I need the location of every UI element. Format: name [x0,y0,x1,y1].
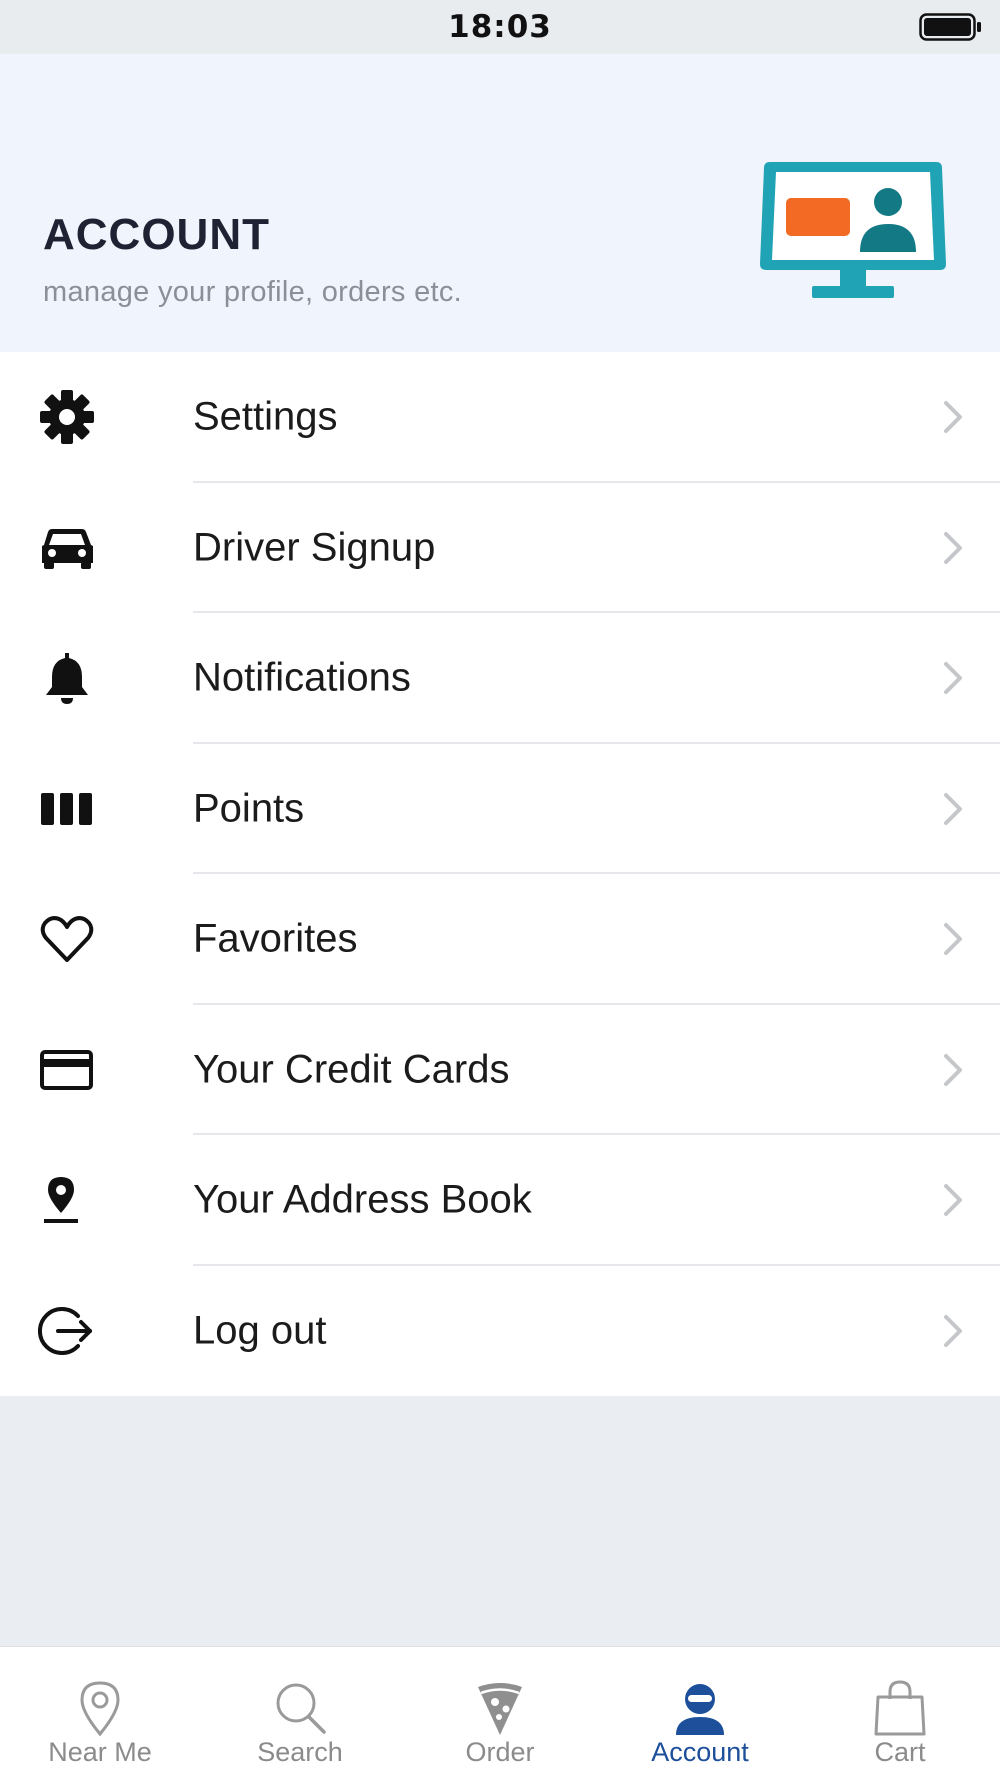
car-icon [38,519,96,577]
gear-icon [38,388,96,446]
tab-search[interactable]: Search [200,1647,400,1778]
menu-item-label: Your Address Book [193,1177,532,1222]
search-icon [276,1683,326,1734]
battery-icon [919,13,981,41]
bell-icon [38,649,96,707]
chevron-right-icon [944,401,962,434]
menu-item-label: Driver Signup [193,525,436,570]
chevron-right-icon [944,531,962,564]
status-bar: 18:03 [0,0,1000,54]
page-subtitle: manage your profile, orders etc. [43,276,463,308]
tab-account[interactable]: Account [600,1647,800,1778]
tab-label: Search [257,1737,343,1767]
menu-item-notifications[interactable]: Notifications [0,613,1000,744]
chevron-right-icon [944,792,962,825]
account-menu: Settings Driver Signup Notifications Poi… [0,352,1000,1396]
monitor-profile-illustration [760,162,946,298]
bottom-tab-bar: Near Me Search Order Account Cart [0,1646,1000,1778]
logout-icon [38,1302,96,1360]
chevron-right-icon [944,662,962,695]
menu-item-label: Favorites [193,916,358,961]
menu-item-settings[interactable]: Settings [0,352,1000,483]
tab-label: Account [651,1737,749,1767]
tab-label: Near Me [48,1737,152,1767]
tab-label: Cart [874,1737,926,1767]
credit-card-icon [38,1041,96,1099]
menu-item-label: Notifications [193,655,411,700]
shopping-bag-icon [874,1680,926,1736]
chevron-right-icon [944,1053,962,1086]
pizza-slice-icon [478,1683,522,1735]
menu-item-credit-cards[interactable]: Your Credit Cards [0,1005,1000,1135]
location-pin-icon [80,1681,120,1737]
user-icon [676,1684,724,1735]
page-title: ACCOUNT [43,210,270,259]
chevron-right-icon [944,923,962,956]
menu-item-address-book[interactable]: Your Address Book [0,1135,1000,1266]
chevron-right-icon [944,1184,962,1217]
menu-item-points[interactable]: Points [0,744,1000,874]
menu-item-driver-signup[interactable]: Driver Signup [0,483,1000,613]
app-screen: 18:03 ACCOUNT manage your profile, order… [0,0,1000,1778]
tab-label: Order [465,1737,535,1767]
menu-item-favorites[interactable]: Favorites [0,874,1000,1005]
tab-near-me[interactable]: Near Me [0,1647,200,1778]
account-header: ACCOUNT manage your profile, orders etc. [0,54,1000,352]
bars-icon [38,780,96,838]
menu-item-label: Settings [193,394,338,439]
menu-item-label: Your Credit Cards [193,1047,510,1092]
map-pin-icon [38,1171,96,1229]
chevron-right-icon [944,1314,962,1347]
menu-item-label: Log out [193,1308,327,1353]
tab-cart[interactable]: Cart [800,1647,1000,1778]
heart-icon [38,910,96,968]
status-time: 18:03 [448,9,552,45]
tab-order[interactable]: Order [400,1647,600,1778]
menu-item-label: Points [193,786,305,831]
menu-item-logout[interactable]: Log out [0,1266,1000,1397]
